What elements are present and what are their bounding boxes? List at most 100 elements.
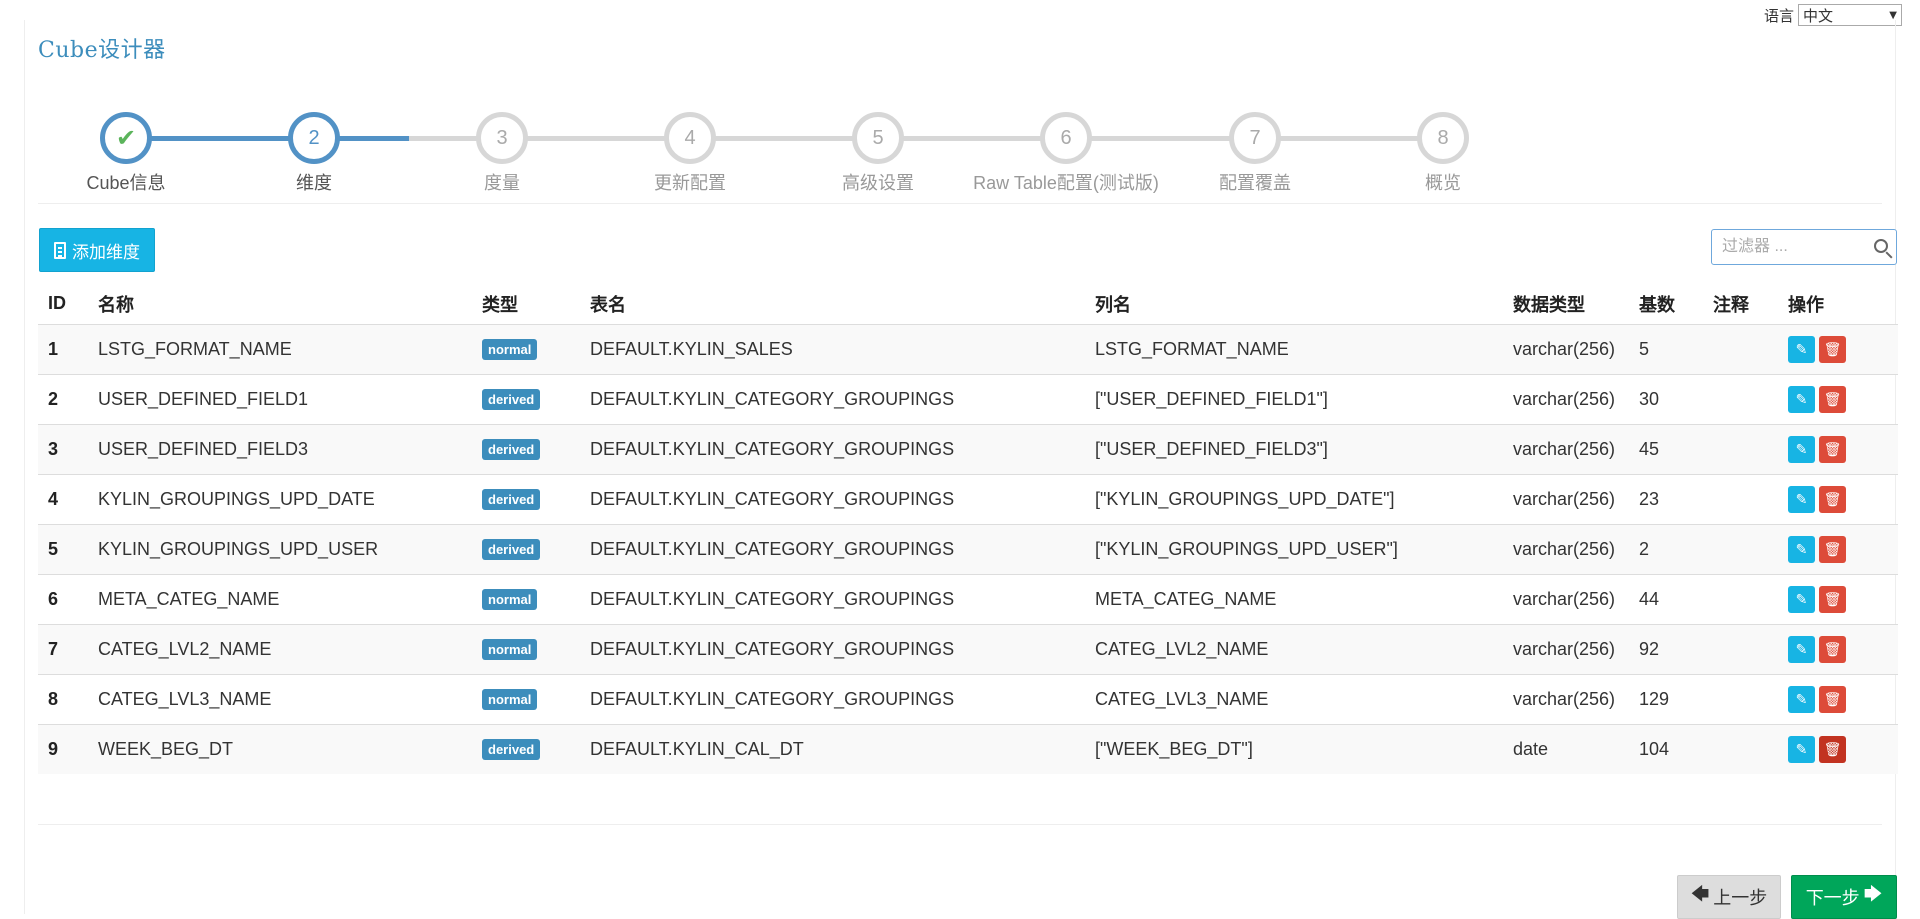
cell-datatype: varchar(256) (1503, 523, 1629, 574)
column-header-type[interactable]: 类型 (472, 284, 580, 325)
wizard-step-raw-table[interactable]: 6 Raw Table配置(测试版) (966, 112, 1166, 195)
edit-button[interactable]: ✎ (1788, 485, 1815, 513)
column-header-id[interactable]: ID (38, 284, 88, 325)
cell-id: 6 (38, 573, 88, 624)
cell-cardinality: 44 (1629, 573, 1703, 624)
pencil-icon: ✎ (1795, 540, 1808, 557)
cell-table: DEFAULT.KYLIN_CATEGORY_GROUPINGS (580, 523, 1085, 574)
cell-actions: ✎ 🗑 (1778, 673, 1898, 724)
search-icon[interactable] (1874, 239, 1888, 253)
edit-button[interactable]: ✎ (1788, 385, 1815, 413)
wizard-step-refresh-settings[interactable]: 4 更新配置 (590, 112, 790, 195)
pencil-icon: ✎ (1795, 490, 1808, 507)
cell-id: 5 (38, 523, 88, 574)
next-button[interactable]: 下一步 🡆 (1791, 875, 1897, 919)
wizard-step-number: 3 (476, 112, 528, 164)
cell-column: ["USER_DEFINED_FIELD3"] (1085, 423, 1503, 474)
type-badge: normal (482, 639, 538, 660)
wizard-step-label: 维度 (296, 173, 332, 193)
wizard-step-dimensions[interactable]: 2 维度 (214, 112, 414, 195)
wizard-step-number: 7 (1229, 112, 1281, 164)
wizard-step-config-overrides[interactable]: 7 配置覆盖 (1155, 112, 1355, 195)
wizard-step-cube-info[interactable]: ✔ Cube信息 (26, 112, 226, 195)
column-header-name[interactable]: 名称 (88, 284, 472, 325)
wizard-step-label: 高级设置 (842, 173, 914, 193)
pencil-icon: ✎ (1795, 340, 1808, 357)
trash-icon: 🗑 (1823, 540, 1842, 557)
delete-button[interactable]: 🗑 (1819, 535, 1846, 563)
cell-comment (1703, 723, 1778, 774)
trash-icon: 🗑 (1823, 340, 1842, 357)
cell-column: ["USER_DEFINED_FIELD1"] (1085, 373, 1503, 424)
column-header-column[interactable]: 列名 (1085, 284, 1503, 325)
delete-button[interactable]: 🗑 (1819, 635, 1846, 663)
wizard-step-overview[interactable]: 8 概览 (1343, 112, 1543, 195)
cell-column: CATEG_LVL2_NAME (1085, 623, 1503, 674)
cell-type: normal (472, 573, 580, 624)
delete-button[interactable]: 🗑 (1819, 485, 1846, 513)
table-row: 6 META_CATEG_NAME normal DEFAULT.KYLIN_CATE… (38, 573, 1898, 624)
cell-comment (1703, 423, 1778, 474)
filter-input[interactable] (1720, 237, 1870, 257)
next-label: 下一步 (1805, 888, 1860, 908)
table-body: 1 LSTG_FORMAT_NAME normal DEFAULT.KYLIN_SAL… (38, 323, 1898, 774)
wizard-step-measures[interactable]: 3 度量 (402, 112, 602, 195)
add-dimension-button[interactable]: 添加维度 (39, 228, 155, 272)
cell-column: ["KYLIN_GROUPINGS_UPD_USER"] (1085, 523, 1503, 574)
column-header-table[interactable]: 表名 (580, 284, 1085, 325)
trash-icon: 🗑 (1823, 690, 1842, 707)
chevron-down-icon: ▼ (1889, 9, 1897, 21)
prev-button[interactable]: 🡄 上一步 (1677, 875, 1781, 919)
edit-button[interactable]: ✎ (1788, 535, 1815, 563)
edit-button[interactable]: ✎ (1788, 335, 1815, 363)
wizard-step-label: Raw Table配置(测试版) (973, 173, 1159, 193)
cell-table: DEFAULT.KYLIN_CATEGORY_GROUPINGS (580, 673, 1085, 724)
table-row: 1 LSTG_FORMAT_NAME normal DEFAULT.KYLIN_SAL… (38, 323, 1898, 374)
cell-name: USER_DEFINED_FIELD1 (88, 373, 472, 424)
wizard-step-number: 5 (852, 112, 904, 164)
delete-button[interactable]: 🗑 (1819, 585, 1846, 613)
trash-icon: 🗑 (1823, 740, 1842, 757)
table-header-row: ID 名称 类型 表名 列名 数据类型 基数 注释 操作 (38, 284, 1898, 325)
cell-datatype: varchar(256) (1503, 323, 1629, 374)
cell-comment (1703, 673, 1778, 724)
delete-button[interactable]: 🗑 (1819, 335, 1846, 363)
cell-type: normal (472, 323, 580, 374)
wizard-step-advanced-settings[interactable]: 5 高级设置 (778, 112, 978, 195)
wizard-steps: ✔ Cube信息 2 维度 3 度量 4 更新配置 5 高级设置 6 Raw T… (25, 92, 1897, 202)
column-header-datatype[interactable]: 数据类型 (1503, 284, 1629, 325)
cell-comment (1703, 623, 1778, 674)
cell-column: ["WEEK_BEG_DT"] (1085, 723, 1503, 774)
cell-type: derived (472, 473, 580, 524)
edit-button[interactable]: ✎ (1788, 685, 1815, 713)
building-icon (54, 241, 66, 259)
cell-comment (1703, 573, 1778, 624)
cell-datatype: date (1503, 723, 1629, 774)
delete-button[interactable]: 🗑 (1819, 385, 1846, 413)
table-row: 7 CATEG_LVL2_NAME normal DEFAULT.KYLIN_CATE… (38, 623, 1898, 674)
edit-button[interactable]: ✎ (1788, 735, 1815, 763)
trash-icon: 🗑 (1823, 490, 1842, 507)
edit-button[interactable]: ✎ (1788, 585, 1815, 613)
type-badge: derived (482, 539, 541, 560)
cell-comment (1703, 373, 1778, 424)
cell-actions: ✎ 🗑 (1778, 373, 1898, 424)
cell-column: META_CATEG_NAME (1085, 573, 1503, 624)
check-icon: ✔ (100, 112, 152, 164)
delete-button[interactable]: 🗑 (1819, 685, 1846, 713)
edit-button[interactable]: ✎ (1788, 435, 1815, 463)
trash-icon: 🗑 (1823, 440, 1842, 457)
delete-button[interactable]: 🗑 (1819, 435, 1846, 463)
cell-cardinality: 129 (1629, 673, 1703, 724)
type-badge: normal (482, 339, 538, 360)
wizard-step-label: 更新配置 (654, 173, 726, 193)
column-header-comment[interactable]: 注释 (1703, 284, 1778, 325)
delete-button[interactable]: 🗑 (1819, 735, 1846, 763)
cell-datatype: varchar(256) (1503, 473, 1629, 524)
edit-button[interactable]: ✎ (1788, 635, 1815, 663)
column-header-cardinality[interactable]: 基数 (1629, 284, 1703, 325)
cell-id: 3 (38, 423, 88, 474)
table-row: 3 USER_DEFINED_FIELD3 derived DEFAULT.KYLIN… (38, 423, 1898, 474)
type-badge: derived (482, 439, 541, 460)
cell-name: META_CATEG_NAME (88, 573, 472, 624)
